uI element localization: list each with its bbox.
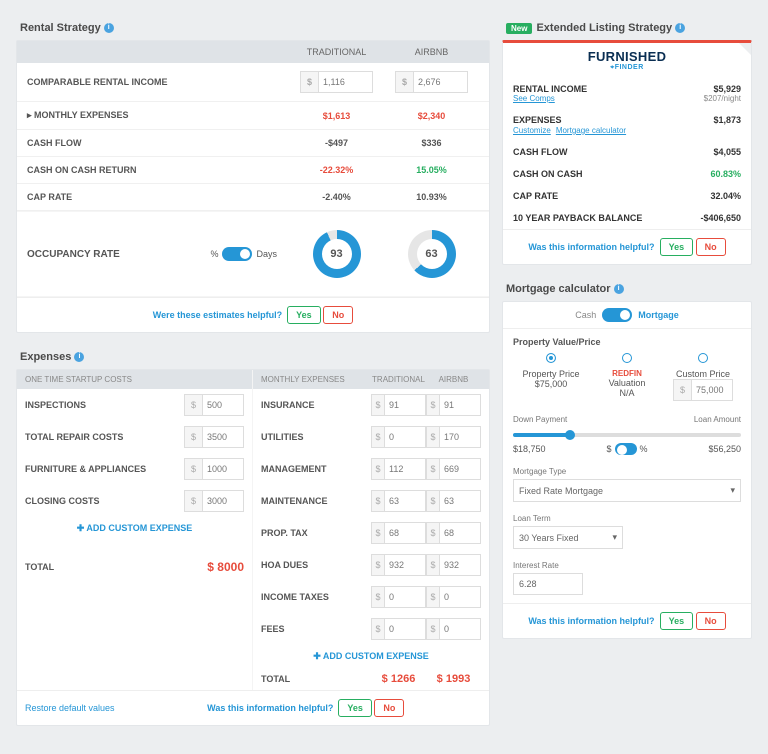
radio-property-price[interactable] — [546, 353, 556, 363]
donut-trad: 93 — [313, 230, 361, 278]
no-button[interactable]: No — [374, 699, 404, 717]
row-cashflow: CASH FLOW — [27, 138, 289, 148]
monthly-trad-input[interactable] — [384, 618, 426, 640]
info-icon[interactable]: i — [614, 284, 624, 294]
startup-header: ONE TIME STARTUP COSTS — [25, 375, 244, 384]
monthly-airbnb-input[interactable] — [439, 426, 481, 448]
no-button[interactable]: No — [696, 612, 726, 630]
donut-airbnb: 63 — [408, 230, 456, 278]
monthly-trad-input[interactable] — [384, 490, 426, 512]
monthly-item: HOA DUES — [261, 560, 371, 570]
interest-rate-input[interactable] — [513, 573, 583, 595]
monthly-trad-input[interactable] — [384, 394, 426, 416]
chevron-down-icon: ▾ — [612, 532, 617, 543]
occupancy-toggle[interactable] — [222, 247, 252, 261]
row-income: COMPARABLE RENTAL INCOME — [27, 77, 289, 87]
col-traditional: TRADITIONAL — [289, 47, 384, 57]
income-trad-input[interactable] — [318, 71, 373, 93]
startup-item: TOTAL REPAIR COSTS — [25, 432, 184, 442]
radio-custom[interactable] — [698, 353, 708, 363]
extended-card: FURNISHED⌖FINDER RENTAL INCOMESee Comps … — [502, 40, 752, 265]
startup-input[interactable] — [202, 458, 244, 480]
monthly-item: INCOME TAXES — [261, 592, 371, 602]
yes-button[interactable]: Yes — [660, 612, 694, 630]
startup-input[interactable] — [202, 394, 244, 416]
monthly-airbnb-input[interactable] — [439, 458, 481, 480]
income-airbnb-input[interactable] — [413, 71, 468, 93]
furnished-finder-logo: FURNISHED⌖FINDER — [503, 43, 751, 78]
startup-item: CLOSING COSTS — [25, 496, 184, 506]
row-occupancy: OCCUPANCY RATE — [27, 249, 210, 260]
estimates-prompt: Were these estimates helpful? — [153, 310, 282, 320]
startup-input[interactable] — [202, 426, 244, 448]
startup-item: INSPECTIONS — [25, 400, 184, 410]
extended-title: NewExtended Listing Strategy i — [502, 16, 752, 40]
monthly-airbnb-input[interactable] — [439, 490, 481, 512]
row-monthly-exp[interactable]: ▸ MONTHLY EXPENSES — [27, 110, 289, 121]
new-tag: New — [506, 23, 532, 34]
info-icon[interactable]: i — [675, 23, 685, 33]
startup-total: $ 8000 — [207, 560, 244, 574]
startup-item: FURNITURE & APPLIANCES — [25, 464, 184, 474]
price-header: Property Value/Price — [503, 329, 751, 349]
monthly-trad-input[interactable] — [384, 586, 426, 608]
restore-defaults-link[interactable]: Restore default values — [17, 695, 123, 721]
monthly-total-airbnb: $ 1993 — [426, 673, 481, 685]
yes-button[interactable]: Yes — [338, 699, 372, 717]
no-button[interactable]: No — [323, 306, 353, 324]
monthly-trad-input[interactable] — [384, 458, 426, 480]
customize-link[interactable]: Customize — [513, 126, 551, 135]
see-comps-link[interactable]: See Comps — [513, 94, 587, 103]
monthly-header: MONTHLY EXPENSES — [261, 375, 371, 384]
row-coc: CASH ON CASH RETURN — [27, 165, 289, 175]
loan-term-select[interactable]: 30 Years Fixed▾ — [513, 526, 623, 549]
monthly-trad-input[interactable] — [384, 554, 426, 576]
down-payment-slider[interactable] — [513, 433, 741, 437]
mortgage-type-select[interactable]: Fixed Rate Mortgage▾ — [513, 479, 741, 502]
monthly-item: MAINTENANCE — [261, 496, 371, 506]
mortgage-calc-link[interactable]: Mortgage calculator — [556, 126, 626, 135]
monthly-airbnb-input[interactable] — [439, 618, 481, 640]
cash-mortgage-toggle[interactable] — [602, 308, 632, 322]
startup-input[interactable] — [202, 490, 244, 512]
expenses-title: Expenses i — [16, 345, 490, 369]
rental-strategy-card: TRADITIONAL AIRBNB COMPARABLE RENTAL INC… — [16, 40, 490, 333]
dollar-pct-toggle[interactable] — [615, 443, 637, 455]
add-monthly-expense[interactable]: ✚ ADD CUSTOM EXPENSE — [253, 645, 489, 668]
add-startup-expense[interactable]: ✚ ADD CUSTOM EXPENSE — [17, 517, 252, 540]
monthly-trad-input[interactable] — [384, 522, 426, 544]
info-icon[interactable]: i — [104, 23, 114, 33]
col-airbnb: AIRBNB — [384, 47, 479, 57]
info-icon[interactable]: i — [74, 352, 84, 362]
monthly-trad-input[interactable] — [384, 426, 426, 448]
radio-redfin[interactable] — [622, 353, 632, 363]
monthly-total-trad: $ 1266 — [371, 673, 426, 685]
monthly-item: PROP. TAX — [261, 528, 371, 538]
rental-strategy-title: Rental Strategy i — [16, 16, 490, 40]
monthly-item: UTILITIES — [261, 432, 371, 442]
yes-button[interactable]: Yes — [660, 238, 694, 256]
row-cap: CAP RATE — [27, 192, 289, 202]
mortgage-title: Mortgage calculator i — [502, 277, 752, 301]
custom-price-input[interactable] — [691, 379, 733, 401]
expenses-card: ONE TIME STARTUP COSTS INSPECTIONS $TOTA… — [16, 369, 490, 726]
monthly-airbnb-input[interactable] — [439, 522, 481, 544]
monthly-airbnb-input[interactable] — [439, 394, 481, 416]
yes-button[interactable]: Yes — [287, 306, 321, 324]
chevron-down-icon: ▾ — [730, 485, 735, 496]
no-button[interactable]: No — [696, 238, 726, 256]
mortgage-card: Cash Mortgage Property Value/Price Prope… — [502, 301, 752, 639]
monthly-item: MANAGEMENT — [261, 464, 371, 474]
monthly-airbnb-input[interactable] — [439, 586, 481, 608]
monthly-airbnb-input[interactable] — [439, 554, 481, 576]
monthly-item: INSURANCE — [261, 400, 371, 410]
